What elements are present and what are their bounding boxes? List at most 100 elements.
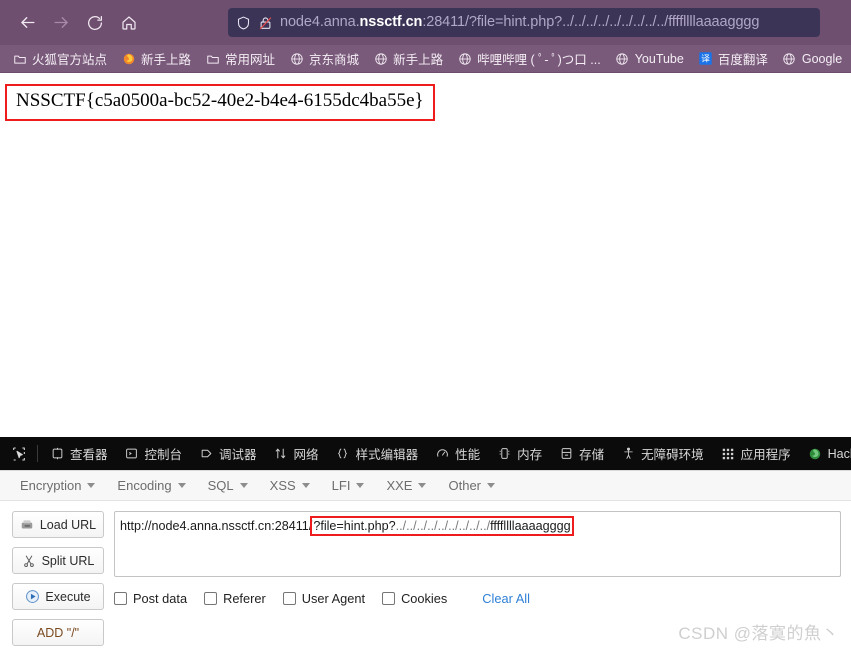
chevron-down-icon [418, 483, 427, 488]
split-url-button[interactable]: Split URL [12, 547, 104, 574]
storage-icon [558, 446, 574, 462]
devtools-tab-accessibility[interactable]: 无障碍环境 [612, 437, 712, 470]
checkbox-box[interactable] [282, 592, 296, 605]
reload-icon [88, 15, 103, 30]
hackbar-menu-lfi[interactable]: LFI [324, 475, 373, 496]
load-url-button[interactable]: Load URL [12, 511, 104, 538]
globe-icon [289, 51, 304, 66]
checkbox-box[interactable] [204, 592, 218, 605]
devtools-tab-storage[interactable]: 存储 [550, 437, 612, 470]
bookmark-item[interactable]: YouTube [609, 49, 690, 68]
bookmark-label: 火狐官方站点 [32, 53, 108, 67]
button-label: Execute [45, 589, 91, 604]
chevron-down-icon [487, 483, 495, 488]
console-icon [124, 446, 140, 462]
devtools-tab-label: 存储 [579, 448, 605, 462]
svg-text:译: 译 [701, 54, 710, 65]
bookmark-item[interactable]: 新手上路 [367, 47, 449, 70]
url-query-text: ?file=hint.php? [313, 519, 396, 533]
button-label: Load URL [39, 517, 97, 532]
url-input[interactable]: http://node4.anna.nssctf.cn:28411/?file=… [114, 511, 841, 577]
bookmark-label: 新手上路 [393, 53, 444, 67]
globe-icon [782, 51, 797, 66]
bookmark-label: 新手上路 [141, 53, 192, 67]
scissors-icon [22, 553, 37, 568]
devtools-tab-inspector[interactable]: 查看器 [41, 437, 116, 470]
bookmark-item[interactable]: Google [776, 49, 848, 68]
devtools-tab-label: 性能 [455, 448, 481, 462]
checkbox-box[interactable] [382, 592, 396, 605]
devtools-tab-application[interactable]: 应用程序 [712, 437, 799, 470]
bookmark-item[interactable]: 哔哩哔哩 ( ﾟ- ﾟ)つ口 ... [451, 47, 607, 70]
back-button[interactable] [10, 8, 44, 38]
hackbar-menu-sql[interactable]: SQL [200, 475, 256, 496]
checkbox-label: Referer [223, 591, 266, 606]
memory-icon [496, 446, 512, 462]
hackbar-menu-xxe[interactable]: XXE [378, 475, 434, 496]
devtools-tab-console[interactable]: 控制台 [116, 437, 191, 470]
hackbar-panel: Encryption Encoding SQL XSS LFI XXE Othe… [0, 470, 851, 652]
bookmark-item[interactable]: 火狐官方站点 [6, 47, 113, 70]
home-icon [122, 15, 136, 30]
firefox-icon [121, 51, 136, 66]
back-arrow-icon [20, 17, 35, 28]
address-bar-text: node4.anna.nssctf.cn:28411/?file=hint.ph… [280, 8, 759, 37]
url-input-value: http://node4.anna.nssctf.cn:28411/?file=… [120, 516, 836, 536]
devtools-tab-network[interactable]: 网络 [265, 437, 327, 470]
execute-button[interactable]: Execute [12, 583, 104, 610]
checkbox-box[interactable] [114, 592, 127, 605]
hackbar-options-row: Post data Referer User Agent Cookies Cle… [114, 591, 841, 606]
chevron-down-icon [239, 483, 248, 488]
devtools-tab-label: 查看器 [70, 448, 108, 462]
cookies-checkbox[interactable]: Cookies [382, 591, 447, 606]
bookmark-label: 常用网址 [225, 53, 276, 67]
flag-highlight-box: NSSCTF{c5a0500a-bc52-40e2-b4e4-6155dc4ba… [5, 84, 435, 121]
hackbar-action-buttons: Load URL Split URL Execute ADD "/" [12, 511, 104, 646]
devtools-tab-memory[interactable]: 内存 [488, 437, 550, 470]
checkbox-label: Cookies [401, 591, 448, 606]
devtools-tab-label: 无障碍环境 [641, 448, 704, 462]
user-agent-checkbox[interactable]: User Agent [282, 591, 365, 606]
bookmark-item[interactable]: 京东商城 [283, 47, 365, 70]
address-bar[interactable]: node4.anna.nssctf.cn:28411/?file=hint.ph… [228, 8, 820, 37]
devtools-tab-hackbar[interactable]: HackB [799, 437, 851, 470]
referer-checkbox[interactable]: Referer [204, 591, 266, 606]
clear-all-link[interactable]: Clear All [482, 591, 530, 606]
shield-icon[interactable] [236, 15, 251, 31]
hackbar-menu-encryption[interactable]: Encryption [12, 475, 103, 496]
hackbar-menu-encoding[interactable]: Encoding [109, 475, 193, 496]
folder-icon [12, 51, 27, 66]
bookmark-item[interactable]: 常用网址 [199, 47, 281, 70]
element-picker-icon[interactable] [4, 437, 34, 470]
bookmark-item[interactable]: 新手上路 [115, 47, 197, 70]
load-url-icon [20, 517, 35, 532]
home-button[interactable] [112, 8, 146, 38]
hackbar-menu-other[interactable]: Other [440, 475, 503, 496]
bookmark-item[interactable]: 译 百度翻译 [692, 47, 774, 70]
url-file-text: ffffllllaaaagggg [490, 519, 571, 533]
hackbar-menu-xss[interactable]: XSS [262, 475, 318, 496]
add-slash-button[interactable]: ADD "/" [12, 619, 104, 646]
devtools-tab-label: 内存 [517, 448, 543, 462]
chevron-down-icon [301, 483, 310, 488]
accessibility-icon [620, 446, 636, 462]
url-host: nssctf.cn [359, 14, 423, 30]
devtools-tab-label: 网络 [293, 448, 319, 462]
network-icon [273, 446, 289, 462]
url-base-text: http://node4.anna.nssctf.cn:28411/ [120, 519, 313, 533]
folder-icon [205, 51, 220, 66]
forward-button[interactable] [44, 8, 78, 38]
devtools-tab-style-editor[interactable]: 样式编辑器 [327, 437, 427, 470]
devtools-tab-label: 调试器 [219, 448, 257, 462]
url-prefix: node4.anna. [280, 14, 360, 30]
url-path: :28411/?file=hint.php?../../../../../../… [422, 14, 760, 30]
devtools-tab-label: HackB [827, 446, 851, 461]
menu-label: XXE [386, 478, 413, 493]
toolbar-divider [37, 445, 38, 462]
reload-button[interactable] [78, 8, 112, 38]
hackbar-menu-bar: Encryption Encoding SQL XSS LFI XXE Othe… [0, 471, 851, 501]
lock-crossed-icon[interactable] [258, 15, 273, 31]
post-data-checkbox[interactable]: Post data [114, 591, 187, 606]
devtools-tab-performance[interactable]: 性能 [426, 437, 488, 470]
devtools-tab-debugger[interactable]: 调试器 [190, 437, 265, 470]
